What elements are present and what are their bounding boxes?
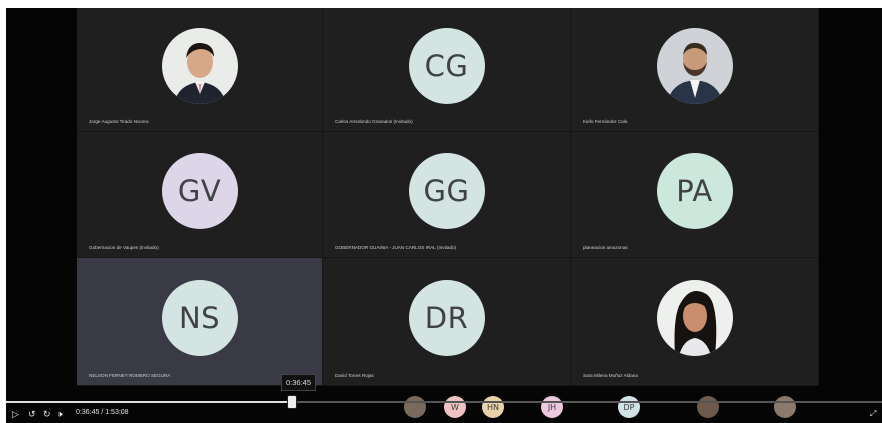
participant-tile-active: NS NELSON FERNEY ROMERO SEGURA [77,258,323,386]
participant-name: GOBERNADOR GUAINIA - JUAN CARLOS IRAL (I… [335,245,457,250]
participant-photo [656,27,733,104]
participant-avatar: CG [408,27,485,104]
participant-avatar: NS [161,279,238,356]
video-player[interactable]: Jorge Augusto Tirado Nocera CG Carlos Ar… [6,8,882,423]
participant-name: David Torres Rojas [335,373,374,378]
participant-tile: PA planeacion amazonas [571,132,819,258]
participant-tile: CG Carlos Arredondo Granados (Invitado) [323,8,571,132]
participant-tile: GG GOBERNADOR GUAINIA - JUAN CARLOS IRAL… [323,132,571,258]
participant-avatar: PA [656,152,733,229]
time-separator: / [101,409,104,416]
man-portrait-icon [161,27,238,104]
participant-avatar: DR [408,279,485,356]
participant-tile: DR David Torres Rojas [323,258,571,386]
participant-avatar: GG [408,152,485,229]
player-controls: ▷ ↺ ↻ 🕩 0:36:45 / 1:53:08 ⤢ [6,405,882,423]
participant-name: planeacion amazonas [583,245,628,250]
participant-photo [656,279,733,356]
participant-name: Sara Milena Muñoz Aldana [583,373,638,378]
play-icon[interactable]: ▷ [12,408,19,420]
participant-avatar: GV [161,152,238,229]
participant-name: Jorge Augusto Tirado Nocera [89,119,149,124]
seek-tooltip: 0:36:45 [281,374,317,391]
participant-tile: Sara Milena Muñoz Aldana [571,258,819,386]
participant-name: Kiefo Fernández Cala [583,119,628,124]
forward-icon[interactable]: ↻ [43,408,51,420]
woman-portrait-icon [656,279,733,356]
rewind-icon[interactable]: ↺ [28,408,36,420]
progress-fill [6,401,291,403]
participant-grid: Jorge Augusto Tirado Nocera CG Carlos Ar… [77,8,819,386]
participant-name: NELSON FERNEY ROMERO SEGURA [89,373,171,378]
progress-bar[interactable] [6,401,882,403]
duration: 1:53:08 [105,409,129,416]
participant-tile: Jorge Augusto Tirado Nocera [77,8,323,132]
participant-tile: Kiefo Fernández Cala [571,8,819,132]
time-display: 0:36:45 / 1:53:08 [76,409,129,416]
participant-name: Gobernacion de Vaupes (Invitado) [89,245,159,250]
volume-icon[interactable]: 🕩 [57,408,63,420]
participant-name: Carlos Arredondo Granados (Invitado) [335,119,413,124]
current-time: 0:36:45 [76,409,100,416]
participant-photo [161,27,238,104]
expand-icon[interactable]: ⤢ [870,408,876,420]
participant-tile: GV Gobernacion de Vaupes (Invitado) [77,132,323,258]
man-beard-portrait-icon [656,27,733,104]
